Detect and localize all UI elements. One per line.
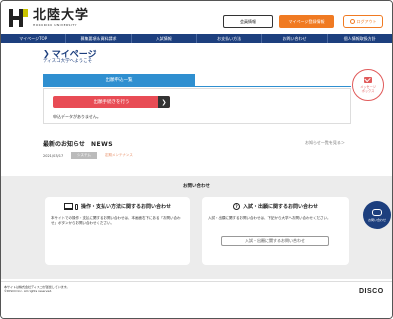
admission-inquiry-card: ? 入試・出願に関するお問い合わせ 入試・出願に関するお問い合わせは、下記から大… — [202, 197, 349, 265]
news-item: 2021/03/17 システム 定期メンテナンス — [43, 152, 133, 159]
nav-item-guidelines[interactable]: 募集要項＆資料請求 — [66, 34, 132, 43]
logo-mark-icon — [8, 8, 30, 28]
university-logo[interactable]: 北陸大学 HOKURIKU UNIVERSITY — [8, 8, 89, 28]
news-category-badge: システム — [71, 152, 97, 159]
mypage-register-info-button[interactable]: マイページ登録情報 — [279, 15, 334, 28]
chat-label: お問い合わせ — [367, 217, 386, 222]
chat-inquiry-button[interactable]: お問い合わせ — [363, 201, 391, 229]
news-see-all-link[interactable]: お知らせ一覧を見る＞ — [305, 140, 345, 146]
chat-icon — [372, 208, 382, 216]
news-heading: 最新のお知らせ NEWS — [43, 139, 113, 148]
envelope-icon — [364, 77, 372, 83]
site-header: 北陸大学 HOKURIKU UNIVERSITY 会員情報 マイページ登録情報 … — [1, 1, 392, 32]
admission-inquiry-button[interactable]: 入試・出願に関するお問い合わせ — [221, 236, 329, 246]
tab-underline — [43, 86, 351, 87]
news-date: 2021/03/17 — [43, 153, 64, 158]
operation-inquiry-card: 操作・支払い方法に関するお問い合わせ 本サイトでの操作・支払に関するお問い合わせ… — [45, 197, 190, 265]
no-application-note: 申込データがありません。 — [53, 114, 101, 119]
logout-icon — [349, 19, 355, 24]
admission-inquiry-heading: ? 入試・出願に関するお問い合わせ — [202, 203, 349, 210]
admission-inquiry-title: 入試・出願に関するお問い合わせ — [242, 204, 318, 210]
message-box-button[interactable]: メッセージ ボックス — [352, 69, 384, 101]
news-link[interactable]: 定期メンテナンス — [105, 153, 133, 158]
welcome-message: ディスコ大学へようこそ — [43, 59, 93, 64]
site-footer: 本サイトは株式会社ディスコが運営しています。 ©DISCO Inc. All r… — [1, 281, 392, 318]
question-icon: ? — [232, 203, 240, 210]
disco-logo: DISCO — [359, 288, 384, 295]
footer-line-2: ©DISCO Inc. All rights reserved. — [4, 289, 53, 293]
nav-item-mypage-top[interactable]: マイページTOP — [1, 34, 67, 43]
logout-label: ログアウト — [356, 18, 377, 24]
logo-name-jp: 北陸大学 — [33, 8, 90, 23]
operation-inquiry-heading: 操作・支払い方法に関するお問い合わせ — [45, 203, 190, 210]
arrow-right-icon: ❯ — [158, 96, 170, 108]
start-application-label: 出願手続きを行う — [93, 100, 130, 105]
application-panel: 出願手続きを行う ❯ 申込データがありません。 — [43, 88, 351, 124]
nav-item-exam-info[interactable]: 入試情報 — [132, 34, 197, 43]
account-info-button[interactable]: 会員情報 — [223, 15, 273, 28]
operation-inquiry-title: 操作・支払い方法に関するお問い合わせ — [80, 204, 171, 210]
admission-inquiry-text: 入試・出願に関するお問い合わせは、下記から大学へお問い合わせください。 — [208, 216, 331, 220]
logo-text: 北陸大学 HOKURIKU UNIVERSITY — [33, 8, 90, 28]
tab-application-list[interactable]: 出願申込一覧 — [43, 74, 195, 86]
nav-item-payment[interactable]: お支払い方法 — [197, 34, 263, 43]
footer-copyright: 本サイトは株式会社ディスコが運営しています。 ©DISCO Inc. All r… — [4, 285, 69, 293]
nav-item-contact[interactable]: お問い合わせ — [262, 34, 328, 43]
inquiry-section-title: お問い合わせ — [183, 184, 210, 189]
smartphone-icon — [74, 203, 78, 210]
message-box-label-line: ボックス — [361, 89, 375, 93]
nav-item-privacy[interactable]: 個人情報取扱方針 — [328, 34, 392, 43]
logout-button[interactable]: ログアウト — [343, 15, 383, 28]
news-heading-jp: 最新のお知らせ — [43, 141, 85, 148]
browser-frame: 北陸大学 HOKURIKU UNIVERSITY 会員情報 マイページ登録情報 … — [0, 0, 393, 319]
news-heading-en: NEWS — [90, 141, 114, 148]
logo-name-en: HOKURIKU UNIVERSITY — [33, 23, 78, 27]
message-box-label: メッセージ ボックス — [360, 85, 376, 93]
global-nav: マイページTOP 募集要項＆資料請求 入試情報 お支払い方法 お問い合わせ 個人… — [1, 34, 392, 43]
operation-inquiry-text: 本サイトでの操作・支払に関するお問い合わせは、本画面右下にある「お問い合わせ」ボ… — [51, 216, 181, 225]
computer-icon — [63, 203, 73, 210]
start-application-button[interactable]: 出願手続きを行う ❯ — [53, 96, 170, 108]
chevron-right-icon: ❯ — [43, 49, 50, 58]
